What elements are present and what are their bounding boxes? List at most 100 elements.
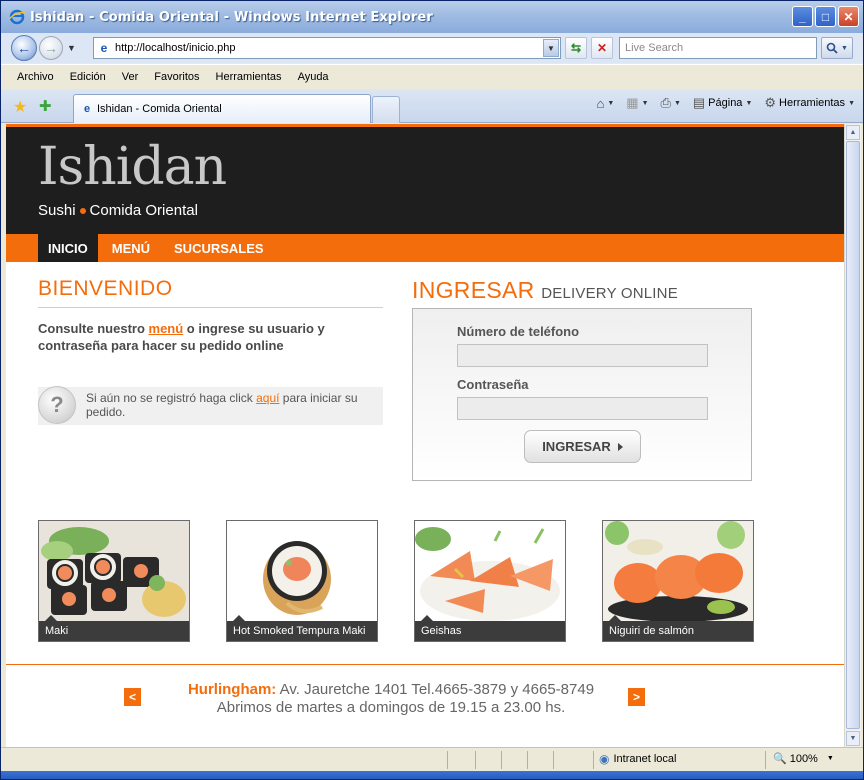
welcome-section: BIENVENIDO Consulte nuestro menú o ingre… [38, 277, 383, 354]
window-title: Ishidan - Comida Oriental - Windows Inte… [30, 9, 433, 25]
menu-ver[interactable]: Ver [114, 71, 147, 83]
globe-icon: ◉ [599, 752, 610, 766]
site-logo[interactable]: Ishidan [38, 141, 227, 193]
gear-icon: ⚙ [764, 95, 777, 110]
printer-icon: ⎙ [660, 95, 671, 110]
dish-card-geishas[interactable]: Geishas [414, 520, 566, 642]
tab-bar: ★ ✚ e Ishidan - Comida Oriental ⌂ ▼ ▦ ▼ ⎙ ▼… [1, 89, 863, 123]
menu-archivo[interactable]: Archivo [9, 71, 62, 83]
tagline-sushi: Sushi [38, 202, 76, 219]
welcome-intro: Consulte nuestro menú o ingrese su usuar… [38, 320, 383, 354]
taskbar [1, 771, 863, 779]
branch-name: Hurlingham: [187, 681, 277, 698]
history-dropdown-icon[interactable]: ▼ [67, 43, 76, 53]
status-divider [475, 751, 476, 769]
phone-field[interactable] [457, 344, 708, 367]
dish-card-maki[interactable]: Maki [38, 520, 190, 642]
title-bar: Ishidan - Comida Oriental - Windows Inte… [1, 1, 863, 33]
rss-icon: ▦ [626, 95, 639, 110]
page-viewport: Ishidan Sushi Comida Oriental INICIO MEN… [6, 124, 844, 747]
zoom-icon: 🔍 [773, 753, 787, 765]
question-icon: ? [38, 386, 76, 424]
play-arrow-icon [617, 442, 623, 451]
tab-ishidan[interactable]: e Ishidan - Comida Oriental [73, 94, 371, 123]
zoom-control[interactable]: 🔍 100% ▼ [773, 752, 834, 766]
branch-address: Av. Jauretche 1401 Tel.4665-3879 y 4665-… [276, 681, 595, 698]
login-button[interactable]: INGRESAR [524, 430, 641, 463]
help-text: Si aún no se registró haga click aquí pa… [86, 391, 376, 419]
dish-card-niguiri[interactable]: Niguiri de salmón [602, 520, 754, 642]
dish-caption: Hot Smoked Tempura Maki [227, 621, 377, 641]
scroll-thumb[interactable] [846, 141, 860, 729]
search-button[interactable]: ▼ [821, 37, 853, 59]
nav-sucursales[interactable]: SUCURSALES [164, 234, 274, 262]
page-menu-button[interactable]: ▤ Página ▼ [689, 95, 757, 111]
password-field[interactable] [457, 397, 708, 420]
vertical-scrollbar[interactable]: ▲ ▼ [844, 124, 861, 747]
back-button[interactable]: ← [11, 35, 37, 61]
tab-page-icon: e [83, 103, 91, 115]
scroll-down-icon[interactable]: ▼ [846, 731, 860, 746]
menu-favoritos[interactable]: Favoritos [146, 71, 207, 83]
maximize-button[interactable]: □ [815, 6, 836, 27]
welcome-heading: BIENVENIDO [38, 277, 383, 308]
new-tab-button[interactable] [372, 96, 400, 123]
site-header: Ishidan Sushi Comida Oriental [6, 124, 844, 234]
help-box: ? Si aún no se registró haga click aquí … [38, 386, 383, 425]
nav-menu[interactable]: MENÚ [102, 234, 160, 262]
prev-branch-button[interactable]: < [124, 688, 141, 706]
ie-logo-icon [8, 9, 26, 25]
status-divider [553, 751, 554, 769]
menu-link[interactable]: menú [149, 321, 184, 336]
status-divider [593, 751, 594, 769]
url-text: http://localhost/inicio.php [115, 42, 236, 54]
zoom-level: 100% [789, 752, 818, 765]
password-label: Contraseña [457, 377, 529, 392]
status-divider [501, 751, 502, 769]
login-subheading: DELIVERY ONLINE [541, 285, 678, 302]
scroll-up-icon[interactable]: ▲ [846, 125, 860, 140]
favorites-star-icon[interactable]: ★ [13, 97, 27, 117]
tempura-maki-photo [227, 521, 377, 622]
refresh-button[interactable]: ⇆ [565, 37, 587, 59]
url-dropdown-icon[interactable]: ▼ [543, 39, 559, 57]
close-button[interactable]: ✕ [838, 6, 859, 27]
zone-label: Intranet local [613, 753, 677, 765]
menu-edicion[interactable]: Edición [62, 71, 114, 83]
dish-caption: Geishas [415, 621, 565, 641]
address-field[interactable]: e http://localhost/inicio.php ▼ [93, 37, 561, 59]
status-divider [527, 751, 528, 769]
nav-inicio[interactable]: INICIO [38, 234, 98, 262]
tagline-dot [79, 207, 86, 214]
page-menu-label: Página [708, 97, 743, 109]
zoom-dropdown-icon[interactable]: ▼ [827, 755, 834, 762]
phone-label: Número de teléfono [457, 324, 580, 339]
menu-herramientas[interactable]: Herramientas [208, 71, 290, 83]
tools-menu-button[interactable]: ⚙ Herramientas ▼ [760, 95, 859, 111]
home-button[interactable]: ⌂ ▼ [593, 96, 619, 111]
feeds-button[interactable]: ▦ ▼ [622, 95, 652, 111]
tab-label: Ishidan - Comida Oriental [97, 103, 222, 115]
print-button[interactable]: ⎙ ▼ [657, 95, 685, 111]
add-favorite-icon[interactable]: ✚ [39, 97, 52, 115]
menu-bar: Archivo Edición Ver Favoritos Herramient… [1, 64, 863, 88]
menu-ayuda[interactable]: Ayuda [290, 71, 337, 83]
niguiri-photo [603, 521, 753, 622]
next-branch-button[interactable]: > [628, 688, 645, 706]
stop-button[interactable]: ✕ [591, 37, 613, 59]
register-link[interactable]: aquí [256, 391, 279, 405]
minimize-button[interactable]: _ [792, 6, 813, 27]
login-heading: INGRESAR [412, 277, 535, 303]
dish-card-tempura-maki[interactable]: Hot Smoked Tempura Maki [226, 520, 378, 642]
search-icon [826, 42, 838, 54]
forward-button[interactable]: → [39, 36, 63, 60]
site-tagline: Sushi Comida Oriental [38, 202, 198, 219]
browser-window: Ishidan - Comida Oriental - Windows Inte… [0, 0, 864, 780]
security-zone[interactable]: ◉ Intranet local [599, 752, 676, 766]
search-input[interactable]: Live Search [619, 37, 817, 59]
home-icon: ⌂ [596, 95, 605, 111]
status-bar: ◉ Intranet local 🔍 100% ▼ [1, 747, 863, 771]
login-header: INGRESAR DELIVERY ONLINE [412, 277, 758, 304]
branch-info: Hurlingham: Av. Jauretche 1401 Tel.4665-… [156, 681, 626, 717]
status-divider [447, 751, 448, 769]
